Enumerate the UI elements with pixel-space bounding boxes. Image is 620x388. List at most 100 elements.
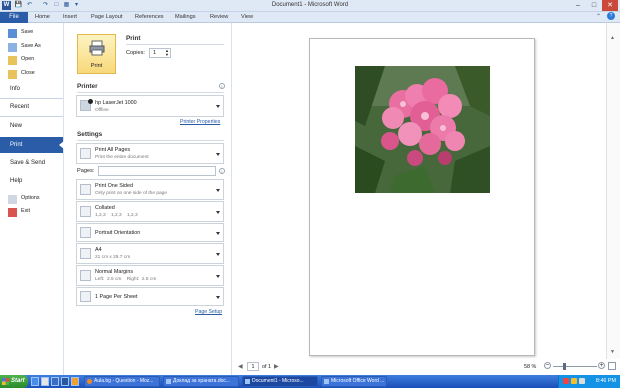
nav-options[interactable]: Options	[0, 192, 63, 205]
section-divider	[77, 140, 224, 141]
chevron-down-icon[interactable]: ▼	[165, 53, 169, 57]
sides-dropdown[interactable]: Print One Sided Only print on one side o…	[76, 179, 224, 200]
info-icon[interactable]: i	[219, 83, 225, 89]
tray-icon[interactable]	[571, 378, 577, 384]
zoom-slider[interactable]	[553, 366, 597, 367]
nav-print[interactable]: Print	[0, 137, 64, 153]
pages-icon	[80, 148, 91, 159]
close-window-icon[interactable]: ✕	[602, 0, 618, 11]
portrait-icon	[80, 227, 91, 238]
page-count: of 1	[262, 364, 271, 370]
word-doc-icon	[245, 379, 250, 384]
info-icon[interactable]: i	[219, 168, 225, 174]
preview-scrollbar[interactable]: ▲ ▼	[606, 23, 620, 359]
pages-per-sheet-label: 1 Page Per Sheet	[95, 294, 138, 300]
help-icon[interactable]: ?	[607, 12, 615, 20]
printer-properties-link[interactable]: Printer Properties	[180, 119, 220, 125]
tab-home[interactable]: Home	[35, 12, 50, 23]
nav-open[interactable]: Open	[0, 53, 63, 66]
pages-input[interactable]	[98, 166, 216, 176]
section-divider	[77, 92, 224, 93]
tab-review[interactable]: Review	[210, 12, 228, 23]
print-button-label: Print	[90, 63, 103, 69]
margins-dropdown[interactable]: Normal Margins Left: 2.5 cm Right: 2.5 c…	[76, 265, 224, 286]
orientation-dropdown[interactable]: Portrait Orientation	[76, 223, 224, 242]
nav-save-as[interactable]: Save As	[0, 40, 63, 53]
nav-exit[interactable]: Exit	[0, 205, 63, 218]
pages-per-sheet-dropdown[interactable]: 1 Page Per Sheet	[76, 287, 224, 306]
taskbar-item-word[interactable]: Microsoft Office Word ...	[321, 376, 387, 387]
quick-launch-icon[interactable]	[61, 377, 69, 386]
page-setup-link[interactable]: Page Setup	[195, 309, 222, 315]
one-sided-icon	[80, 184, 91, 195]
printer-status: Offline	[95, 108, 109, 113]
scroll-down-icon[interactable]: ▼	[610, 349, 615, 355]
nav-new[interactable]: New	[0, 120, 63, 133]
start-button[interactable]: Start	[0, 375, 28, 388]
paper-size-icon	[80, 248, 91, 259]
volume-icon[interactable]	[579, 378, 585, 384]
tab-insert[interactable]: Insert	[63, 12, 77, 23]
firefox-icon	[87, 379, 92, 384]
tab-mailings[interactable]: Mailings	[175, 12, 196, 23]
quick-launch-icon[interactable]	[41, 377, 49, 386]
paper-size-dropdown[interactable]: A4 21 cm x 29.7 cm	[76, 243, 224, 264]
default-check-icon	[88, 99, 93, 104]
dropdown-arrow-icon	[216, 152, 220, 156]
oleander-image	[355, 66, 490, 193]
nav-info[interactable]: Info	[0, 83, 63, 96]
sides-label: Print One Sided	[95, 183, 134, 189]
tab-file[interactable]: File	[0, 12, 28, 23]
tab-view[interactable]: View	[241, 12, 253, 23]
settings-heading: Settings	[77, 131, 103, 138]
scroll-up-icon[interactable]: ▲	[610, 35, 615, 41]
copies-value: 1	[153, 50, 157, 56]
taskbar-item-doc[interactable]: Доклад за храната.doc...	[163, 376, 239, 387]
printer-dropdown[interactable]: hp LaserJet 1000 Offline	[76, 95, 224, 117]
taskbar-item-document1[interactable]: Document1 - Microso...	[242, 376, 318, 387]
taskbar-item-firefox[interactable]: Aula.bg - Question - Moz...	[84, 376, 160, 387]
preview-status-bar	[232, 359, 620, 375]
taskbar-item-label: Microsoft Office Word ...	[331, 378, 385, 384]
taskbar-item-label: Доклад за храната.doc...	[173, 378, 231, 384]
margins-desc: Left: 2.5 cm Right: 2.5 cm	[95, 277, 157, 282]
collation-dropdown[interactable]: Collated 1,2,3 1,2,3 1,2,3	[76, 201, 224, 222]
page-number-input[interactable]: 1	[247, 362, 259, 371]
window-title: Document1 - Microsoft Word	[271, 2, 349, 8]
zoom-to-page-icon[interactable]	[608, 362, 616, 370]
previous-page-icon[interactable]: ◀	[238, 363, 243, 370]
quick-launch-icon[interactable]	[51, 377, 59, 386]
zoom-out-icon[interactable]: –	[544, 362, 551, 369]
dropdown-arrow-icon	[216, 188, 220, 192]
collation-desc: 1,2,3 1,2,3 1,2,3	[95, 213, 138, 218]
nav-close[interactable]: Close	[0, 67, 63, 80]
taskbar-item-label: Document1 - Microso...	[252, 378, 304, 384]
nav-recent[interactable]: Recent	[0, 101, 63, 114]
zoom-slider-thumb[interactable]	[563, 363, 566, 370]
print-button[interactable]: Print	[77, 34, 116, 74]
collation-label: Collated	[95, 205, 115, 211]
zoom-in-icon[interactable]: +	[598, 362, 605, 369]
copies-stepper[interactable]: 1 ▲ ▼	[149, 48, 171, 58]
print-range-dropdown[interactable]: Print All Pages Print the entire documen…	[76, 143, 224, 164]
nav-divider	[0, 116, 63, 117]
maximize-icon[interactable]: □	[586, 0, 602, 11]
tab-page-layout[interactable]: Page Layout	[91, 12, 122, 23]
tab-references[interactable]: References	[135, 12, 164, 23]
paper-size-desc: 21 cm x 29.7 cm	[95, 255, 131, 260]
minimize-icon[interactable]: –	[570, 0, 586, 11]
printer-heading: Printer	[77, 83, 98, 90]
nav-save[interactable]: Save	[0, 26, 63, 39]
nav-help[interactable]: Help	[0, 175, 63, 188]
word-icon	[324, 379, 329, 384]
show-desktop-icon[interactable]	[31, 377, 39, 386]
minimize-ribbon-icon[interactable]: ⌃	[596, 13, 601, 20]
sides-desc: Only print on one side of the page	[95, 191, 168, 196]
taskbar-item-label: Aula.bg - Question - Moz...	[94, 378, 154, 384]
dropdown-arrow-icon	[216, 274, 220, 278]
quick-launch-icon[interactable]	[71, 377, 79, 386]
next-page-icon[interactable]: ▶	[274, 363, 279, 370]
nav-save-send[interactable]: Save & Send	[0, 157, 63, 170]
system-tray: 8:46 PM	[558, 375, 620, 388]
tray-icon[interactable]	[563, 378, 569, 384]
